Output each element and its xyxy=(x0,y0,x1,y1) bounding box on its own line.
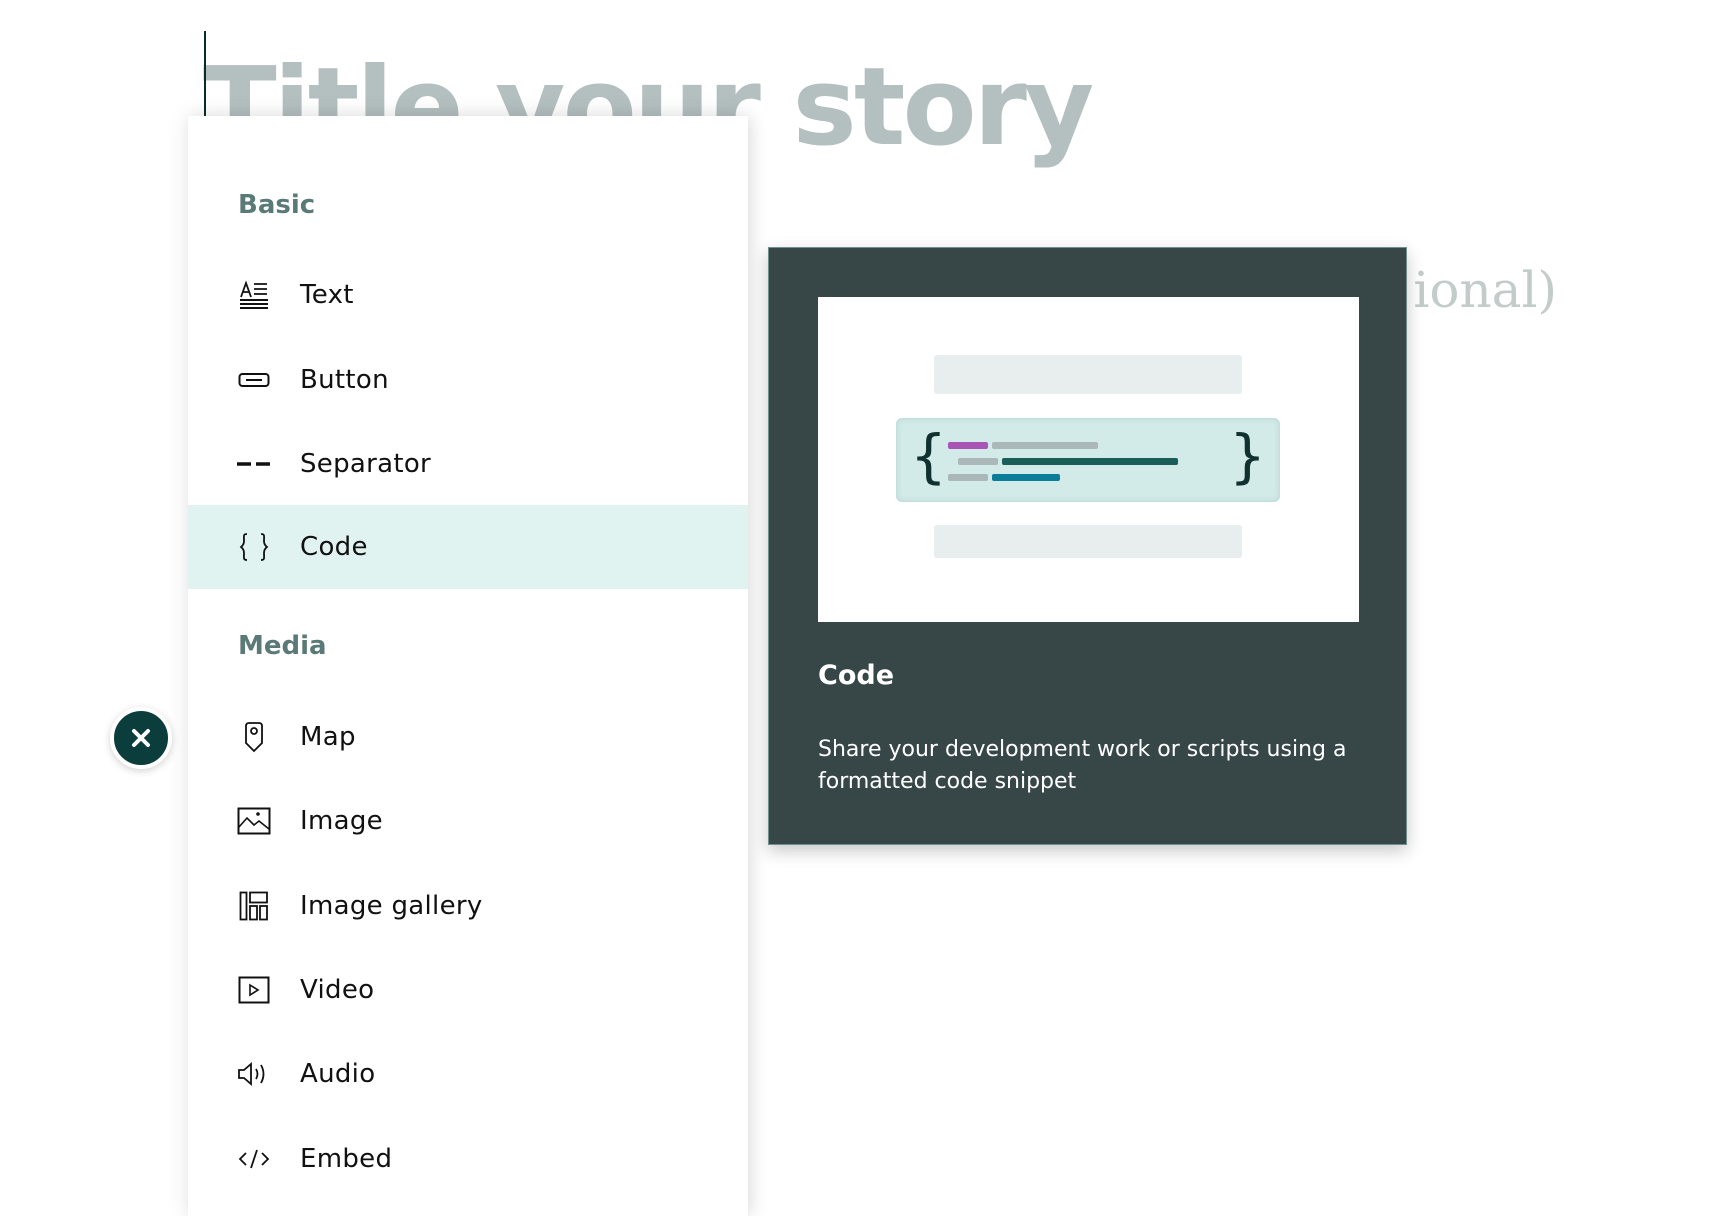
placeholder-bar-top xyxy=(934,355,1242,394)
code-line-gray xyxy=(992,442,1098,449)
section-header-media: Media xyxy=(238,631,327,661)
menu-item-separator[interactable]: Separator xyxy=(188,422,748,506)
text-icon xyxy=(236,277,272,313)
menu-item-label: Video xyxy=(300,975,375,1005)
close-brace-icon: } xyxy=(1229,422,1266,490)
button-icon xyxy=(236,362,272,398)
menu-item-label: Image gallery xyxy=(300,891,483,921)
menu-item-label: Image xyxy=(300,806,383,836)
code-line-blue xyxy=(992,474,1060,481)
code-braces-icon xyxy=(236,529,272,565)
menu-item-image[interactable]: Image xyxy=(188,779,748,863)
code-line-keyword xyxy=(948,442,988,449)
image-gallery-icon xyxy=(236,888,272,924)
open-brace-icon: { xyxy=(910,422,947,490)
menu-item-code[interactable]: Code xyxy=(188,505,748,589)
menu-item-button[interactable]: Button xyxy=(188,338,748,422)
preview-description: Share your development work or scripts u… xyxy=(818,737,1347,794)
block-preview-card: { } Code Share your development work or … xyxy=(768,247,1407,845)
placeholder-bar-bottom xyxy=(934,525,1242,558)
code-line-gray xyxy=(958,458,998,465)
menu-item-audio[interactable]: Audio xyxy=(188,1032,748,1116)
block-insert-menu: Basic Text Button Separator Code Media M… xyxy=(188,116,748,1216)
code-preview-illustration: { } xyxy=(818,297,1359,622)
menu-item-label: Map xyxy=(300,722,356,752)
code-line-gray xyxy=(948,474,988,481)
menu-item-embed[interactable]: Embed xyxy=(188,1117,748,1201)
menu-item-label: Code xyxy=(300,532,368,562)
separator-icon xyxy=(236,446,272,482)
code-line-green xyxy=(1002,458,1178,465)
menu-item-video[interactable]: Video xyxy=(188,948,748,1032)
image-icon xyxy=(236,803,272,839)
menu-item-map[interactable]: Map xyxy=(188,695,748,779)
close-icon xyxy=(132,729,150,747)
text-caret xyxy=(204,31,206,117)
audio-icon xyxy=(236,1056,272,1092)
preview-title: Code xyxy=(818,660,895,691)
close-button[interactable] xyxy=(110,707,172,769)
menu-item-text[interactable]: Text xyxy=(188,253,748,337)
menu-item-label: Separator xyxy=(300,449,432,479)
menu-item-label: Button xyxy=(300,365,389,395)
section-header-basic: Basic xyxy=(238,190,316,220)
menu-item-label: Embed xyxy=(300,1144,393,1174)
menu-item-image-gallery[interactable]: Image gallery xyxy=(188,864,748,948)
map-pin-icon xyxy=(236,719,272,755)
code-snippet-illustration: { } xyxy=(896,418,1280,502)
menu-item-label: Audio xyxy=(300,1059,376,1089)
menu-item-label: Text xyxy=(300,280,354,310)
video-icon xyxy=(236,972,272,1008)
embed-icon xyxy=(236,1141,272,1177)
